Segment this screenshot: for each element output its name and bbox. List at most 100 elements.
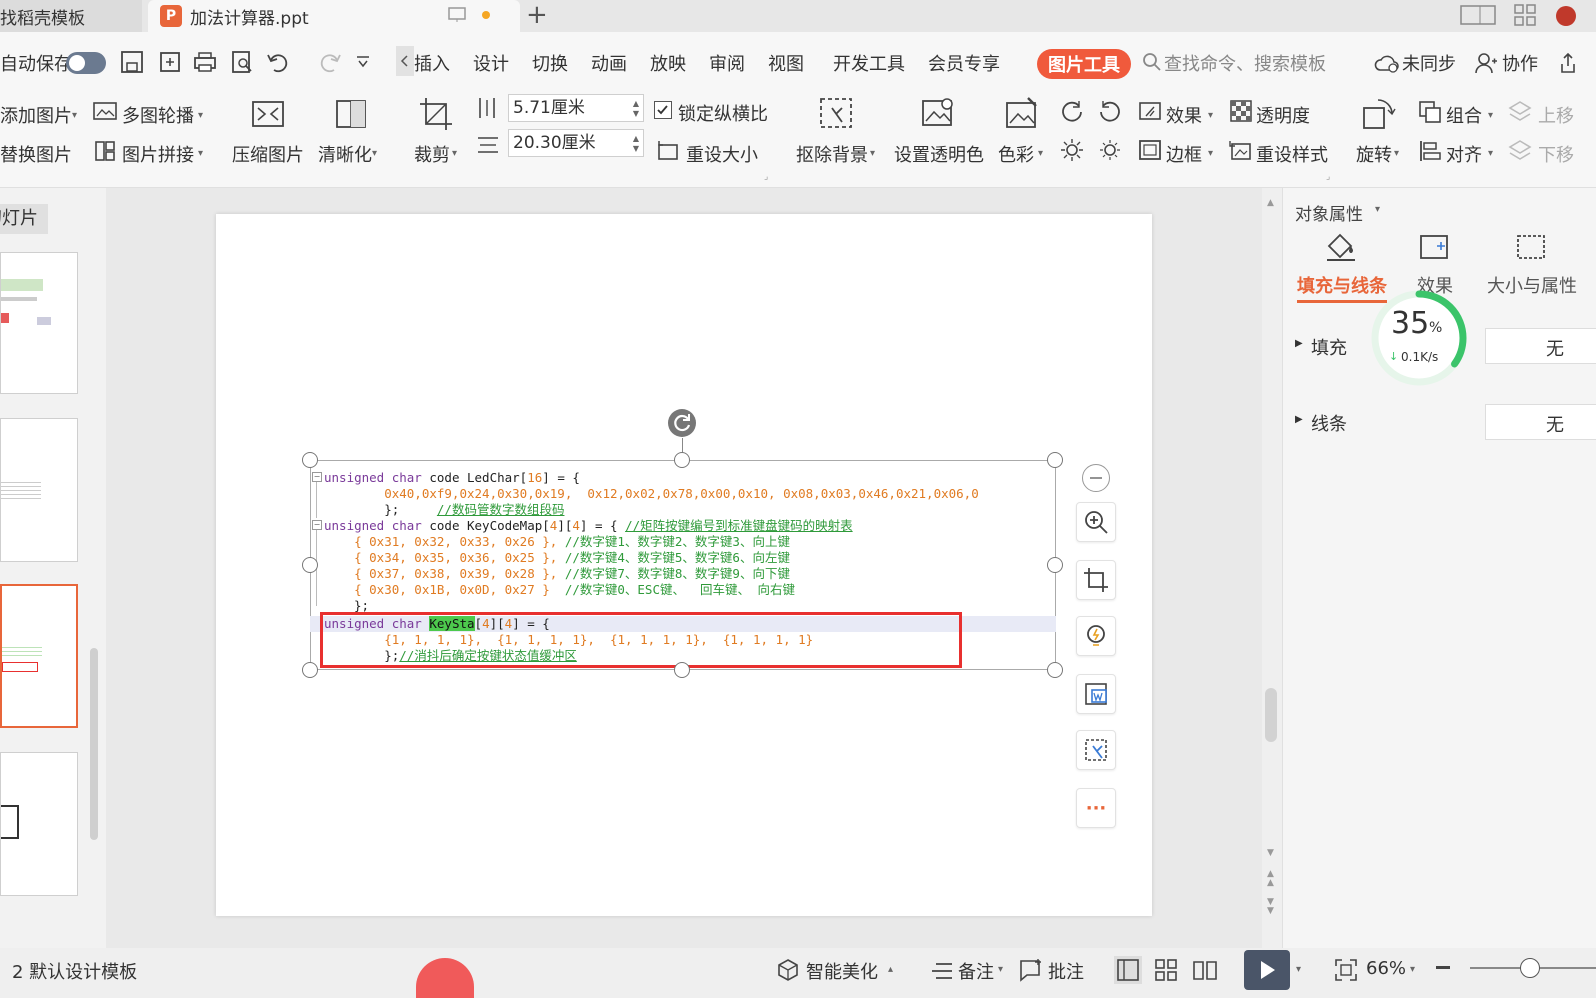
resize-handle-top-right[interactable] [1047,452,1063,468]
chevron-down-icon[interactable]: ▾ [72,110,77,121]
resize-handle-top-left[interactable] [302,452,318,468]
picture-width-input[interactable]: 5.71厘米 ▲ ▼ [508,94,644,122]
autosave-toggle[interactable] [66,52,106,74]
resize-handle-bottom-right[interactable] [1047,662,1063,678]
transparency-button[interactable]: 透明度 [1256,102,1310,128]
redo-icon[interactable] [316,50,342,74]
picture-collage-button[interactable]: 图片拼接 [122,141,194,167]
chevron-down-icon[interactable]: ▾ [1394,148,1399,159]
chevron-down-icon[interactable]: ▾ [1296,964,1301,975]
replace-picture-button[interactable]: 替换图片 [0,141,72,167]
tab-picture-tools[interactable]: 图片工具 [1037,49,1131,79]
send-backward-button[interactable]: 下移 [1538,141,1574,167]
prev-slide-icon[interactable]: ▲ ▲ [1267,870,1274,888]
chevron-down-icon[interactable]: ▾ [452,148,457,159]
spin-up-icon[interactable]: ▲ [633,134,639,144]
align-button[interactable]: 对齐 [1446,141,1482,167]
save-icon[interactable] [120,50,144,74]
window-layout-icon[interactable] [1460,4,1496,26]
tab-document[interactable]: P 加法计算器.ppt [148,0,520,32]
chevron-down-icon[interactable]: ▾ [1038,148,1043,159]
resize-handle-top[interactable] [674,452,690,468]
quick-crop-icon[interactable] [1076,560,1116,600]
network-speed-widget[interactable]: 35 % ↓ 0.1K/s [1371,290,1467,386]
quick-access-more-icon[interactable] [356,56,370,68]
comments-button[interactable]: 批注 [1048,958,1084,984]
menu-animation[interactable]: 动画 [591,50,627,76]
undo-icon[interactable] [266,50,292,74]
spin-up-icon[interactable]: ▲ [633,99,639,109]
slide-thumbnail[interactable] [0,252,78,394]
chevron-down-icon[interactable]: ▾ [1208,110,1213,121]
style-dialog-launcher-icon[interactable]: ⌟ [1326,172,1330,182]
zoom-out-icon[interactable] [1436,966,1450,969]
chevron-down-icon[interactable]: ▾ [1375,204,1380,215]
bring-forward-button[interactable]: 上移 [1538,102,1574,128]
rotate-button[interactable]: 旋转 [1356,141,1392,167]
notes-button[interactable]: 备注 [958,958,994,984]
monitor-icon[interactable] [448,7,466,23]
chevron-down-icon[interactable]: ▾ [870,148,875,159]
resize-handle-bottom[interactable] [674,662,690,678]
slide-sorter-icon[interactable] [1154,958,1178,982]
more-options-icon[interactable]: ··· [1076,788,1116,828]
expand-arrow-icon[interactable]: ▶ [1295,338,1303,349]
chevron-down-icon[interactable]: ▾ [1488,148,1493,159]
resize-handle-left[interactable] [302,557,318,573]
sync-status[interactable]: 未同步 [1402,50,1456,76]
zoom-level[interactable]: 66% [1366,958,1406,979]
collaborate-button[interactable]: 协作 [1502,50,1538,76]
search-input[interactable]: 查找命令、搜索模板 [1164,50,1326,76]
menu-transition[interactable]: 切换 [532,50,568,76]
slide-info[interactable]: 2 默认设计模板 [12,958,137,984]
contrast-up-icon[interactable] [1060,138,1084,162]
spin-down-icon[interactable]: ▼ [633,144,639,154]
workarea-scrollbar[interactable]: ▲ ▼ ▲ ▲ ▼ ▼ [1262,188,1282,948]
slide-thumbnail[interactable] [0,418,78,562]
crop-button[interactable]: 裁剪 [414,141,450,167]
new-tab-button[interactable]: + [526,0,548,30]
rotate-handle-icon[interactable] [668,409,696,437]
brightness-down-icon[interactable] [1098,100,1122,124]
slide-thumbnail-current[interactable] [0,584,78,728]
smart-idea-icon[interactable] [1076,616,1116,656]
lock-ratio-checkbox[interactable] [654,101,672,119]
resize-handle-right[interactable] [1047,557,1063,573]
resize-handle-bottom-left[interactable] [302,662,318,678]
export-icon[interactable] [158,50,182,74]
fit-window-icon[interactable] [1334,958,1358,982]
sharpen-button[interactable]: 清晰化 [318,141,372,167]
border-button[interactable]: 边框 [1166,141,1202,167]
tab-templates[interactable]: 找稻壳模板 [0,0,142,32]
fill-section-label[interactable]: 填充 [1311,334,1347,360]
zoom-picture-icon[interactable] [1076,502,1116,542]
chevron-down-icon[interactable]: ▾ [198,110,203,121]
zoom-slider-knob[interactable] [1520,958,1540,978]
menu-review[interactable]: 审阅 [709,50,745,76]
line-section-label[interactable]: 线条 [1311,410,1347,436]
reset-style-button[interactable]: 重设样式 [1256,141,1328,167]
brightness-up-icon[interactable] [1060,100,1084,124]
menu-vip[interactable]: 会员专享 [928,50,1000,76]
menu-developer[interactable]: 开发工具 [833,50,905,76]
scroll-left-icon[interactable] [396,46,414,76]
contrast-down-icon[interactable] [1098,138,1122,162]
picture-to-text-icon[interactable] [1076,674,1116,714]
add-picture-button[interactable]: 添加图片 [0,102,72,128]
grid-apps-icon[interactable] [1514,4,1536,26]
menu-insert[interactable]: 插入 [414,50,450,76]
slide-thumbnail[interactable] [0,752,78,896]
chevron-down-icon[interactable]: ▾ [998,964,1003,975]
effect-button[interactable]: 效果 [1166,102,1202,128]
picture-height-input[interactable]: 20.30厘米 ▲ ▼ [508,129,644,157]
menu-view[interactable]: 视图 [768,50,804,76]
spin-down-icon[interactable]: ▼ [633,109,639,119]
properties-title[interactable]: 对象属性 [1295,200,1363,225]
print-icon[interactable] [193,50,217,74]
group-button[interactable]: 组合 [1446,102,1482,128]
multi-carousel-button[interactable]: 多图轮播 [122,102,194,128]
size-dialog-launcher-icon[interactable]: ⌟ [764,172,768,182]
fill-dropdown[interactable]: 无 [1485,328,1596,364]
next-slide-icon[interactable]: ▼ ▼ [1267,898,1274,916]
compress-picture-button[interactable]: 压缩图片 [232,141,304,167]
